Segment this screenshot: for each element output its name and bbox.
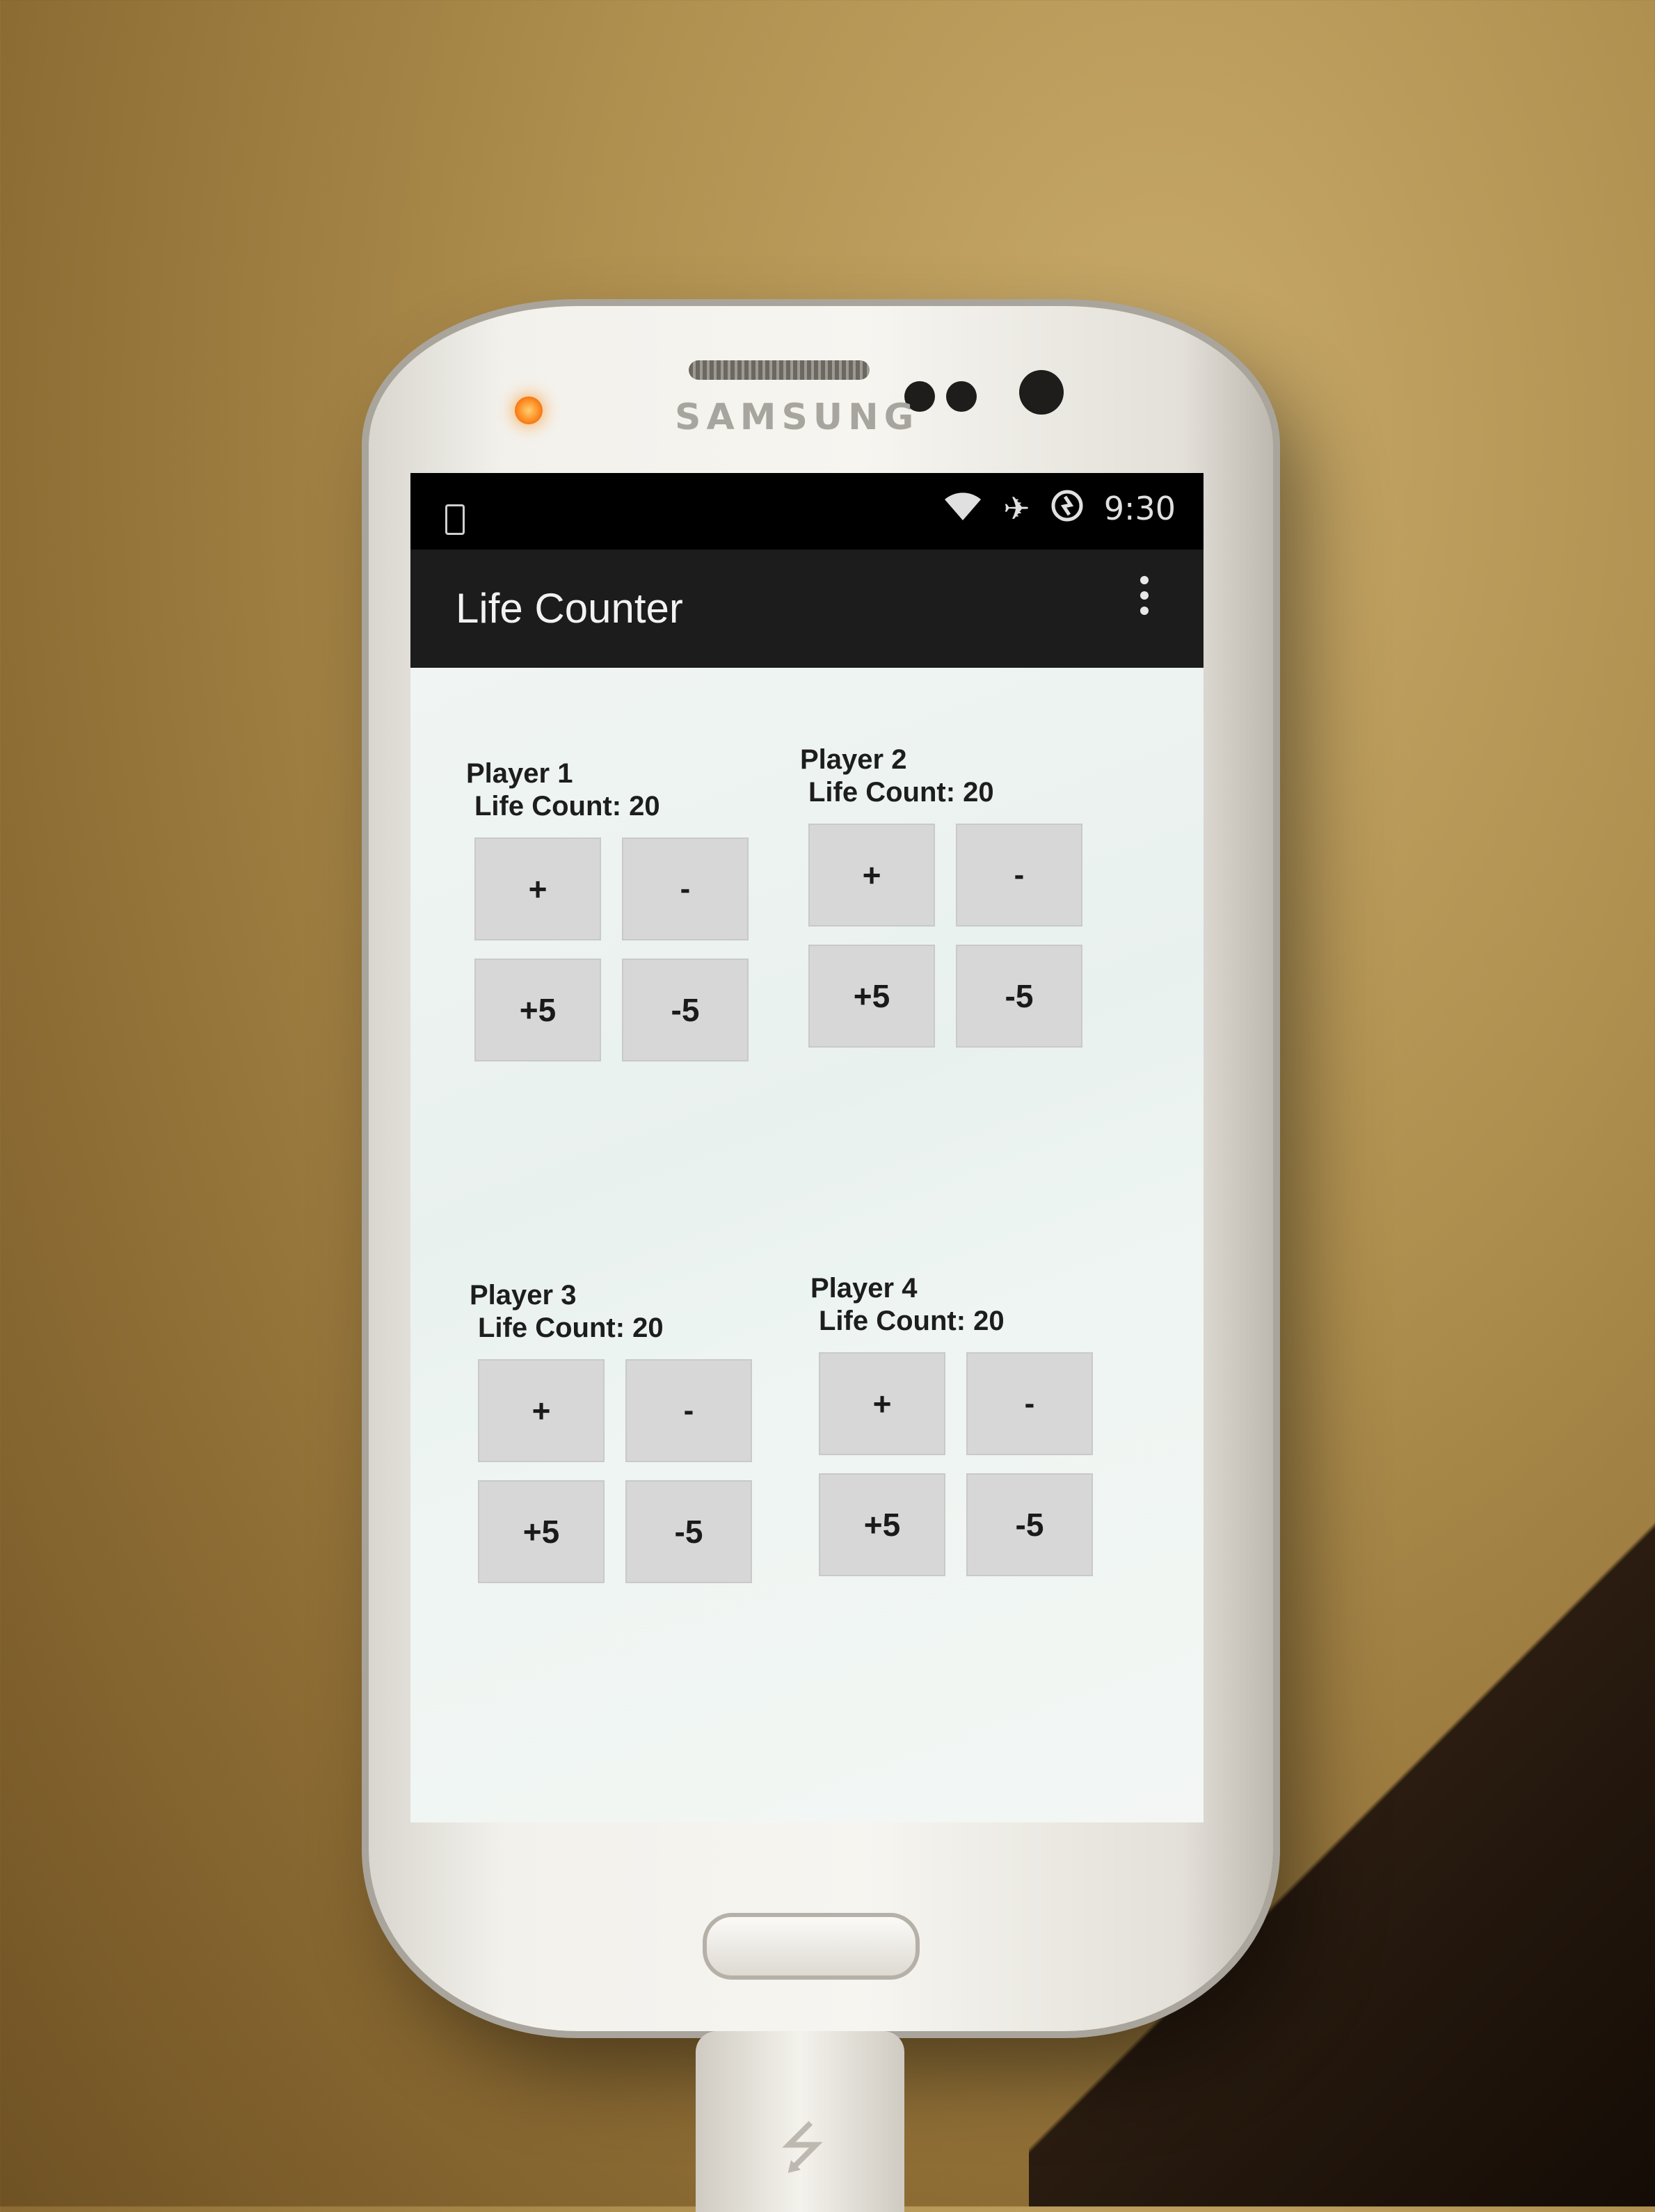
player-1-panel: Player 1 Life Count: 20 + - +5 -5 [466, 758, 772, 1061]
player-4-panel: Player 4 Life Count: 20 + - +5 -5 [810, 1273, 1117, 1576]
life-count: Life Count: 20 [478, 1313, 664, 1343]
player-2-panel: Player 2 Life Count: 20 + - +5 -5 [800, 744, 1106, 1048]
plus-five-button[interactable]: +5 [819, 1473, 945, 1576]
life-count: Life Count: 20 [808, 777, 994, 808]
player-name: Player 1 [466, 758, 573, 789]
plus-five-button[interactable]: +5 [474, 959, 601, 1061]
player-3-buttons: + - +5 -5 [478, 1359, 776, 1583]
status-time: 9:30 [1103, 489, 1176, 527]
overflow-menu-icon[interactable] [1134, 576, 1155, 615]
home-button[interactable] [703, 1913, 920, 1980]
player-name: Player 2 [800, 744, 907, 775]
minus-one-button[interactable]: - [625, 1359, 752, 1462]
minus-five-button[interactable]: -5 [956, 945, 1082, 1048]
minus-five-button[interactable]: -5 [622, 959, 749, 1061]
app-title: Life Counter [456, 585, 683, 632]
plus-one-button[interactable]: + [808, 824, 935, 927]
airplane-mode-icon: ✈ [1003, 489, 1030, 527]
sync-icon [1050, 488, 1085, 528]
minus-five-button[interactable]: -5 [625, 1480, 752, 1583]
life-count: Life Count: 20 [819, 1306, 1005, 1336]
player-2-buttons: + - +5 -5 [808, 824, 1106, 1048]
usb-icon: ⭍ [779, 2115, 826, 2180]
player-4-buttons: + - +5 -5 [819, 1352, 1117, 1576]
phone-notification-icon [445, 504, 465, 535]
status-icons: ✈ 9:30 [942, 488, 1176, 528]
action-bar: Life Counter [410, 550, 1204, 668]
player-3-panel: Player 3 Life Count: 20 + - +5 -5 [470, 1280, 776, 1583]
minus-one-button[interactable]: - [956, 824, 1082, 927]
player-name: Player 3 [470, 1280, 577, 1311]
phone-device: SAMSUNG ✈ 9:30 Life Counter Player 1 Lif… [369, 306, 1273, 2031]
life-count: Life Count: 20 [474, 791, 660, 822]
light-sensor [946, 381, 977, 412]
notification-led [515, 396, 543, 424]
status-bar: ✈ 9:30 [410, 473, 1204, 550]
player-1-buttons: + - +5 -5 [474, 837, 772, 1061]
player-name: Player 4 [810, 1273, 918, 1304]
screen: ✈ 9:30 Life Counter Player 1 Life Count:… [410, 473, 1204, 1822]
brand-logo: SAMSUNG [675, 396, 920, 438]
minus-one-button[interactable]: - [966, 1352, 1093, 1455]
plus-one-button[interactable]: + [819, 1352, 945, 1455]
plus-five-button[interactable]: +5 [478, 1480, 605, 1583]
minus-five-button[interactable]: -5 [966, 1473, 1093, 1576]
plus-one-button[interactable]: + [474, 837, 601, 940]
earpiece-speaker [689, 360, 870, 380]
plus-one-button[interactable]: + [478, 1359, 605, 1462]
front-camera [1019, 370, 1064, 415]
wifi-icon [942, 490, 984, 527]
minus-one-button[interactable]: - [622, 837, 749, 940]
plus-five-button[interactable]: +5 [808, 945, 935, 1048]
life-counter-content: Player 1 Life Count: 20 + - +5 -5 Player… [410, 668, 1204, 1822]
